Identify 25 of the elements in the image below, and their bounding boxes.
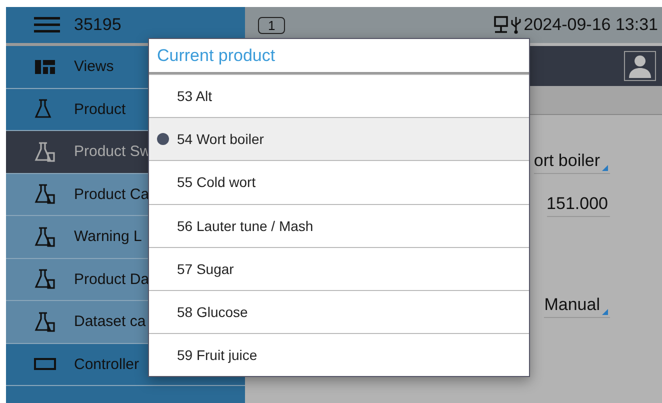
- datetime: 2024-09-16 13:31: [524, 15, 658, 35]
- usb-icon: [510, 16, 521, 34]
- user-icon[interactable]: [624, 51, 656, 81]
- flask-icon: [34, 310, 56, 333]
- dropdown-triangle-icon: [602, 165, 608, 171]
- product-option[interactable]: 55 Cold wort: [149, 160, 529, 204]
- network-icon: [494, 16, 508, 34]
- device-id: 35195: [74, 15, 122, 35]
- product-option[interactable]: 59 Fruit juice: [149, 333, 529, 376]
- product-option[interactable]: 58 Glucose: [149, 290, 529, 334]
- selected-dot-icon: [157, 133, 169, 146]
- flask-icon: [34, 268, 56, 290]
- page-indicator[interactable]: 1: [258, 16, 286, 34]
- dropdown-triangle-icon: [602, 309, 608, 315]
- value-field[interactable]: 151.000: [546, 194, 610, 217]
- flask-icon: [34, 140, 56, 163]
- value-field[interactable]: ort boiler: [534, 151, 610, 174]
- product-option[interactable]: 54 Wort boiler: [149, 117, 529, 160]
- product-option[interactable]: 57 Sugar: [149, 246, 529, 290]
- menu-icon[interactable]: [34, 17, 60, 33]
- flask-icon: [34, 183, 56, 206]
- value-field[interactable]: Manual: [544, 295, 610, 318]
- flask-icon: [34, 226, 56, 248]
- popup-title: Current product: [149, 39, 529, 74]
- product-option[interactable]: 56 Lauter tune / Mash: [149, 204, 529, 247]
